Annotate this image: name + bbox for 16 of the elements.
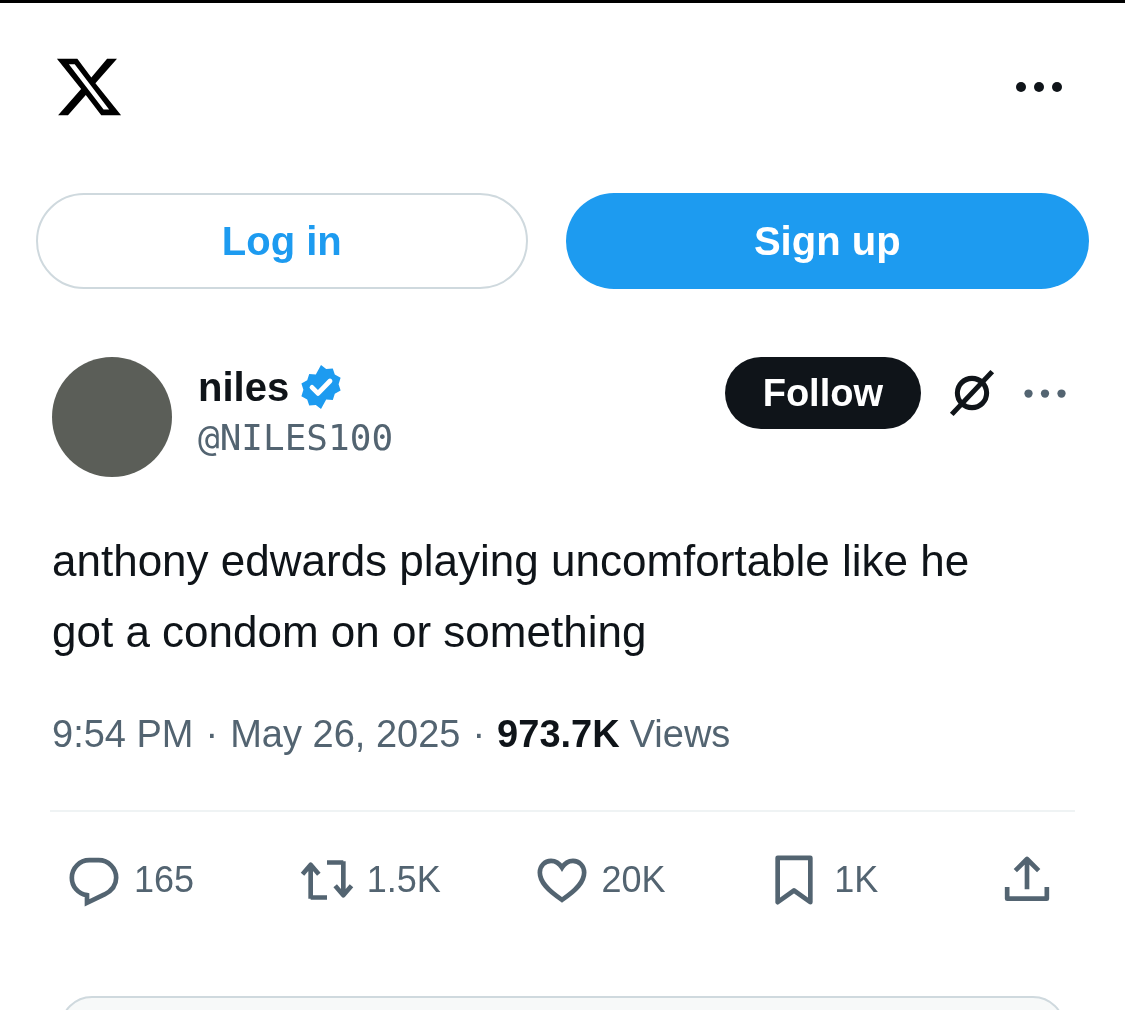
views-label: Views (629, 713, 731, 756)
action-count: 165 (134, 859, 195, 901)
follow-button[interactable]: Follow (724, 357, 921, 429)
separator-dot: · (205, 713, 219, 756)
author-handle[interactable]: @NILES100 (198, 417, 394, 458)
tweet-date[interactable]: May 26, 2025 (230, 713, 461, 756)
separator-dot: · (472, 713, 486, 756)
action-count: 1.5K (366, 859, 441, 901)
more-options-icon[interactable] (1015, 81, 1063, 93)
author-name[interactable]: niles (198, 364, 290, 410)
tweet-text: anthony edwards playing uncomfortable like he got a condom on or something (52, 535, 971, 658)
action-count: 1K (834, 859, 879, 901)
views-count: 973.7K (497, 713, 620, 756)
action-count: 20K (601, 859, 666, 901)
more-options-icon[interactable] (1023, 387, 1067, 399)
tweet-time[interactable]: 9:54 PM (52, 713, 194, 756)
